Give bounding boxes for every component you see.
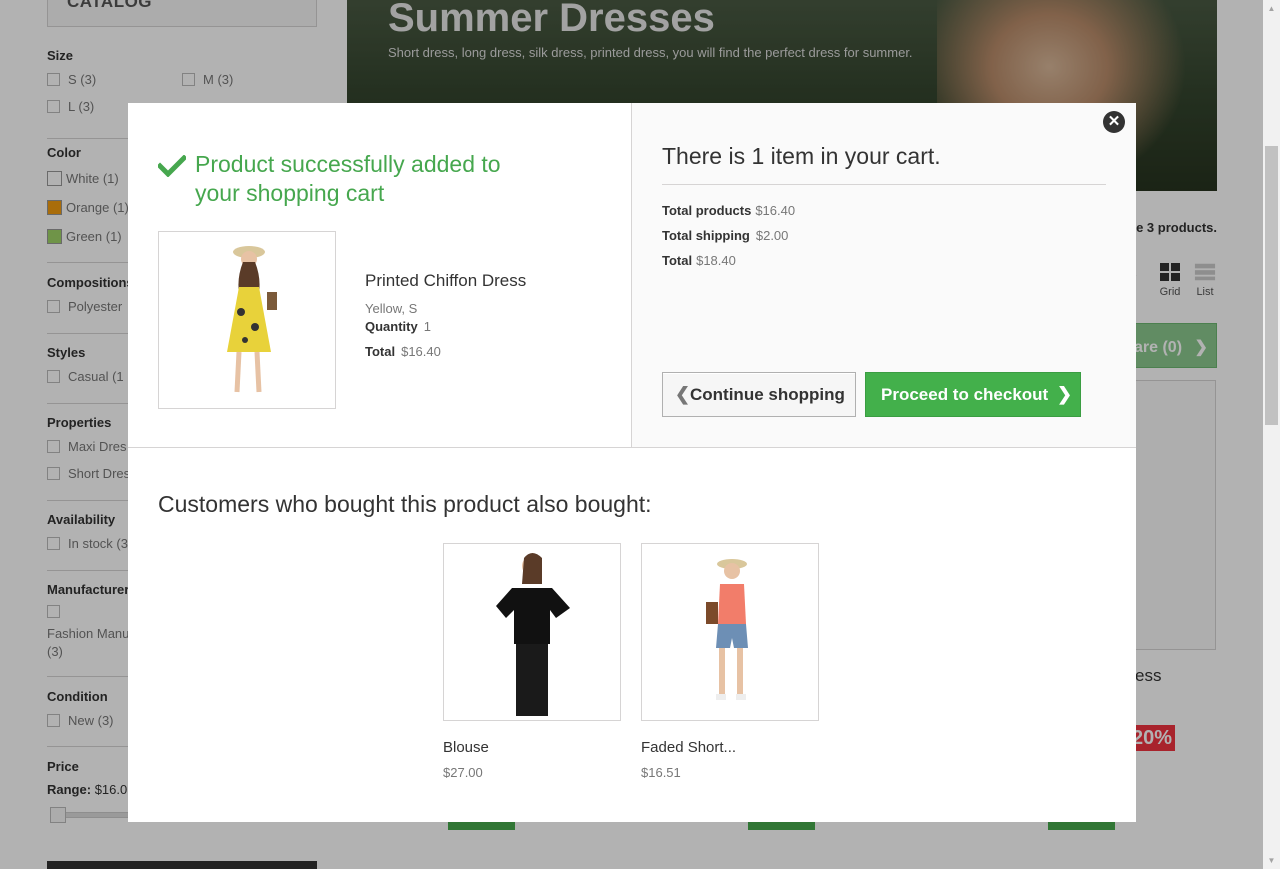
product-photo-dress (227, 246, 277, 393)
divider (662, 184, 1106, 185)
chevron-left-icon: ❮ (675, 384, 691, 404)
close-icon[interactable]: ✕ (1103, 111, 1125, 133)
scroll-up-arrow-icon[interactable]: ▲ (1263, 0, 1280, 17)
product-image[interactable] (443, 543, 621, 721)
check-icon (158, 155, 186, 177)
success-message: Product successfully added to your shopp… (195, 151, 501, 206)
product-image (158, 231, 336, 409)
scroll-down-arrow-icon[interactable]: ▼ (1263, 852, 1280, 869)
divider (128, 447, 1136, 448)
proceed-to-checkout-button[interactable]: Proceed to checkout ❯ (865, 372, 1081, 417)
cart-summary-panel: There is 1 item in your cart. Total prod… (632, 103, 1136, 447)
total-shipping: Total shipping $2.00 (662, 228, 789, 243)
add-to-cart-modal: Product successfully added to your shopp… (128, 103, 1136, 822)
cross-sell-price: $27.00 (443, 765, 483, 780)
product-total: Total $16.40 (365, 344, 441, 359)
product-photo-shorts (706, 559, 748, 700)
cross-sell-title: Customers who bought this product also b… (158, 491, 652, 517)
product-photo-blouse (496, 553, 570, 716)
product-attributes: Yellow, S (365, 301, 418, 316)
chevron-right-icon: ❯ (1057, 384, 1073, 404)
cart-count-title: There is 1 item in your cart. (662, 143, 941, 169)
continue-shopping-button[interactable]: ❮ Continue shopping (662, 372, 856, 417)
product-image[interactable] (641, 543, 819, 721)
cross-sell-item[interactable]: Faded Short... $16.51 (641, 543, 819, 780)
cross-sell-name[interactable]: Faded Short... (641, 739, 736, 756)
product-quantity: Quantity 1 (365, 319, 431, 334)
product-name: Printed Chiffon Dress (365, 271, 527, 290)
cart-total: Total $18.40 (662, 253, 736, 268)
scroll-thumb[interactable] (1265, 146, 1278, 425)
cross-sell-item[interactable]: Blouse $27.00 (443, 543, 621, 780)
total-products: Total products $16.40 (662, 203, 796, 218)
page-scrollbar[interactable]: ▲ ▼ (1263, 0, 1280, 869)
added-product-panel: Product successfully added to your shopp… (128, 103, 632, 447)
cross-sell-name[interactable]: Blouse (443, 739, 489, 756)
cross-sell-price: $16.51 (641, 765, 681, 780)
